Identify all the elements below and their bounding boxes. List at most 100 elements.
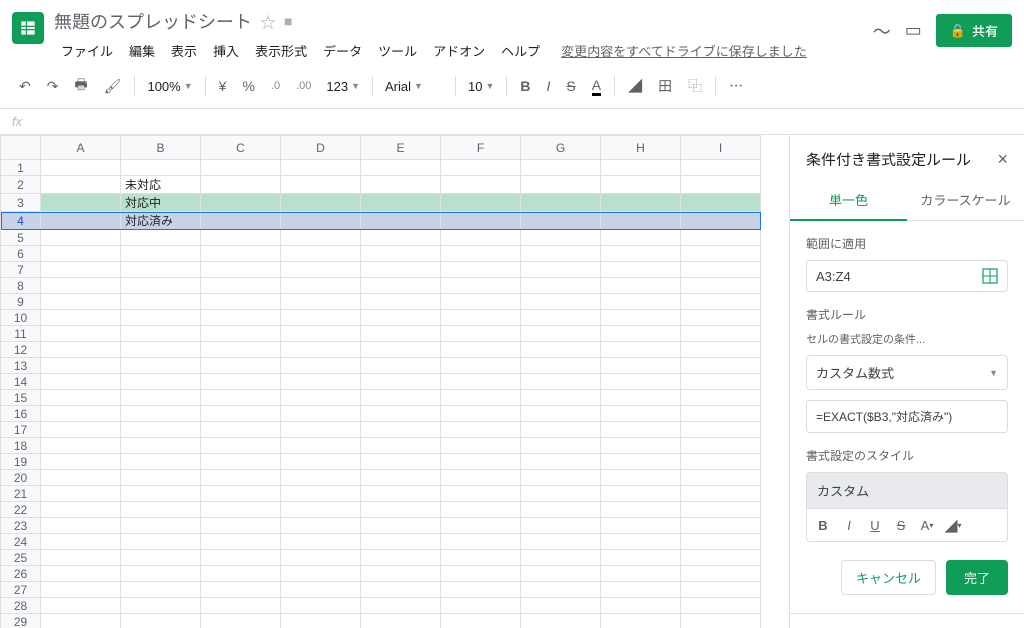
cell-A5[interactable]: [41, 230, 121, 246]
cell-E19[interactable]: [361, 454, 441, 470]
cell-D7[interactable]: [281, 262, 361, 278]
row-header-20[interactable]: 20: [1, 470, 41, 486]
cell-I7[interactable]: [681, 262, 761, 278]
more-toolbar-button[interactable]: ⋯: [722, 70, 750, 102]
menu-view[interactable]: 表示: [164, 37, 204, 64]
cell-I17[interactable]: [681, 422, 761, 438]
cell-I27[interactable]: [681, 582, 761, 598]
cell-E9[interactable]: [361, 294, 441, 310]
cell-A28[interactable]: [41, 598, 121, 614]
cell-C11[interactable]: [201, 326, 281, 342]
cell-H18[interactable]: [601, 438, 681, 454]
cell-C28[interactable]: [201, 598, 281, 614]
cell-G27[interactable]: [521, 582, 601, 598]
cell-D26[interactable]: [281, 566, 361, 582]
more-formats-select[interactable]: 123▼: [320, 75, 366, 98]
cell-A7[interactable]: [41, 262, 121, 278]
fill-color-button[interactable]: ◢: [621, 70, 649, 102]
cell-A20[interactable]: [41, 470, 121, 486]
cell-I2[interactable]: [681, 176, 761, 194]
col-header-C[interactable]: C: [201, 136, 281, 160]
cell-D5[interactable]: [281, 230, 361, 246]
cell-A16[interactable]: [41, 406, 121, 422]
share-button[interactable]: 🔒 共有: [936, 14, 1012, 47]
cell-I9[interactable]: [681, 294, 761, 310]
cell-C21[interactable]: [201, 486, 281, 502]
cell-F20[interactable]: [441, 470, 521, 486]
cell-G11[interactable]: [521, 326, 601, 342]
cell-F14[interactable]: [441, 374, 521, 390]
cell-E1[interactable]: [361, 160, 441, 176]
done-button[interactable]: 完了: [946, 560, 1008, 595]
row-header-11[interactable]: 11: [1, 326, 41, 342]
menu-help[interactable]: ヘルプ: [494, 37, 547, 64]
menu-addons[interactable]: アドオン: [426, 37, 492, 64]
cell-I19[interactable]: [681, 454, 761, 470]
tab-color-scale[interactable]: カラースケール: [907, 180, 1024, 220]
cell-D10[interactable]: [281, 310, 361, 326]
cell-H29[interactable]: [601, 614, 681, 628]
cell-B21[interactable]: [121, 486, 201, 502]
cell-A11[interactable]: [41, 326, 121, 342]
style-preview[interactable]: カスタム: [806, 472, 1008, 509]
cell-B9[interactable]: [121, 294, 201, 310]
row-header-1[interactable]: 1: [1, 160, 41, 176]
cell-F21[interactable]: [441, 486, 521, 502]
cell-H6[interactable]: [601, 246, 681, 262]
row-header-2[interactable]: 2: [1, 176, 41, 194]
cell-E25[interactable]: [361, 550, 441, 566]
strike-button[interactable]: S: [559, 72, 582, 100]
cell-I26[interactable]: [681, 566, 761, 582]
cell-G28[interactable]: [521, 598, 601, 614]
cell-I4[interactable]: [681, 212, 761, 230]
cell-A4[interactable]: [41, 212, 121, 230]
cell-H10[interactable]: [601, 310, 681, 326]
cell-H25[interactable]: [601, 550, 681, 566]
cell-G13[interactable]: [521, 358, 601, 374]
cell-A1[interactable]: [41, 160, 121, 176]
cell-I5[interactable]: [681, 230, 761, 246]
cell-G25[interactable]: [521, 550, 601, 566]
cell-C19[interactable]: [201, 454, 281, 470]
cell-A26[interactable]: [41, 566, 121, 582]
cell-I16[interactable]: [681, 406, 761, 422]
percent-button[interactable]: %: [235, 72, 261, 100]
cell-G4[interactable]: [521, 212, 601, 230]
cell-E16[interactable]: [361, 406, 441, 422]
cell-D29[interactable]: [281, 614, 361, 628]
cell-E4[interactable]: [361, 212, 441, 230]
cell-G17[interactable]: [521, 422, 601, 438]
menu-file[interactable]: ファイル: [54, 37, 120, 64]
cell-C14[interactable]: [201, 374, 281, 390]
cell-I24[interactable]: [681, 534, 761, 550]
merge-button[interactable]: ⿻: [681, 70, 709, 102]
cell-I6[interactable]: [681, 246, 761, 262]
cell-B18[interactable]: [121, 438, 201, 454]
cell-G21[interactable]: [521, 486, 601, 502]
row-header-23[interactable]: 23: [1, 518, 41, 534]
menu-format[interactable]: 表示形式: [248, 37, 314, 64]
cell-I25[interactable]: [681, 550, 761, 566]
cell-D14[interactable]: [281, 374, 361, 390]
cell-A8[interactable]: [41, 278, 121, 294]
cell-I23[interactable]: [681, 518, 761, 534]
cell-B16[interactable]: [121, 406, 201, 422]
cell-C24[interactable]: [201, 534, 281, 550]
cell-F10[interactable]: [441, 310, 521, 326]
cell-D17[interactable]: [281, 422, 361, 438]
cell-A9[interactable]: [41, 294, 121, 310]
cell-D20[interactable]: [281, 470, 361, 486]
cell-B25[interactable]: [121, 550, 201, 566]
cell-F28[interactable]: [441, 598, 521, 614]
star-icon[interactable]: ☆: [260, 9, 276, 33]
cell-D3[interactable]: [281, 194, 361, 212]
cell-F11[interactable]: [441, 326, 521, 342]
cell-E20[interactable]: [361, 470, 441, 486]
doc-title[interactable]: 無題のスプレッドシート: [54, 8, 252, 34]
strike-button[interactable]: S: [889, 513, 913, 537]
menu-data[interactable]: データ: [316, 37, 369, 64]
cell-G1[interactable]: [521, 160, 601, 176]
cell-I14[interactable]: [681, 374, 761, 390]
cell-H12[interactable]: [601, 342, 681, 358]
row-header-24[interactable]: 24: [1, 534, 41, 550]
